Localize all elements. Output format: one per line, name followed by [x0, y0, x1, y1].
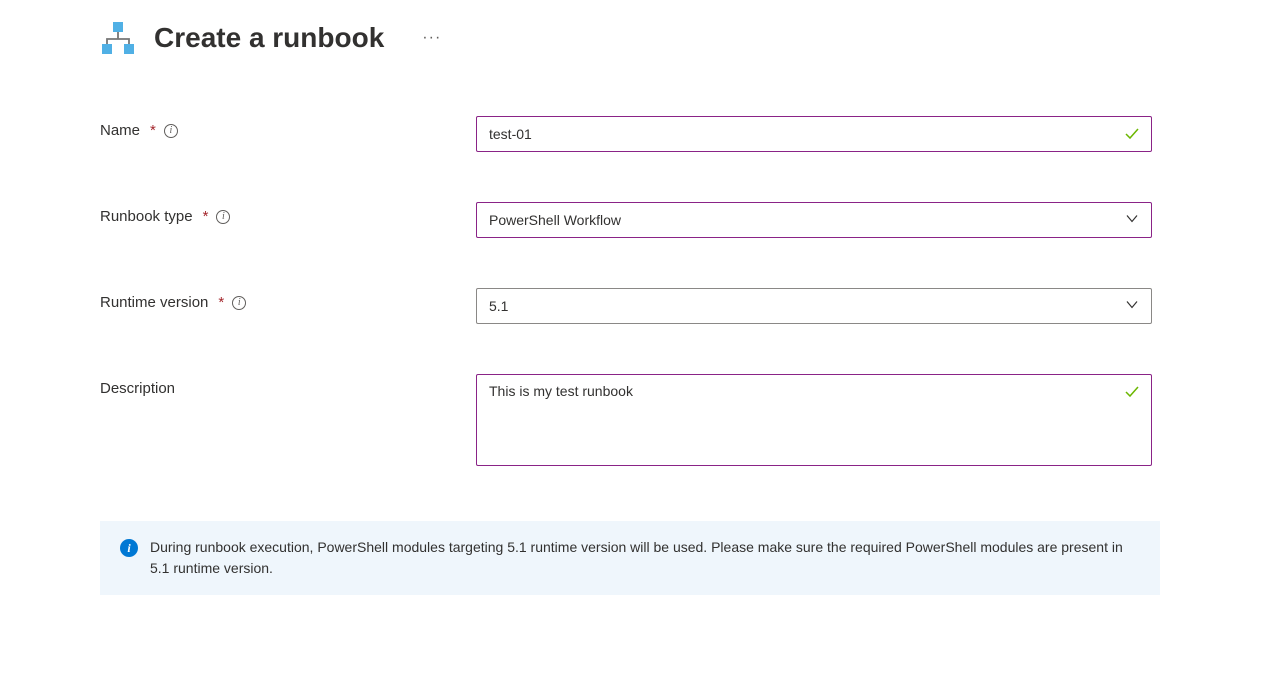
runbook-type-label: Runbook type [100, 208, 193, 225]
more-icon[interactable]: ··· [422, 29, 441, 47]
required-indicator: * [203, 208, 209, 225]
chevron-down-icon [1125, 298, 1139, 315]
runtime-version-select[interactable]: 5.1 [476, 288, 1152, 324]
runbook-type-select[interactable]: PowerShell Workflow [476, 202, 1152, 238]
runtime-version-label: Runtime version [100, 294, 208, 311]
name-label: Name [100, 122, 140, 139]
name-input[interactable] [476, 116, 1152, 152]
form-row-runbook-type: Runbook type * i PowerShell Workflow [100, 202, 1284, 238]
select-value: 5.1 [489, 298, 508, 314]
info-banner: i During runbook execution, PowerShell m… [100, 521, 1160, 595]
form-row-description: Description [100, 374, 1284, 471]
info-banner-icon: i [120, 539, 138, 557]
input-col [476, 374, 1152, 471]
info-icon[interactable]: i [232, 296, 246, 310]
required-indicator: * [150, 122, 156, 139]
description-input[interactable] [476, 374, 1152, 466]
label-col: Description [100, 374, 476, 397]
check-icon [1124, 384, 1140, 405]
hierarchy-icon [100, 20, 136, 56]
chevron-down-icon [1125, 212, 1139, 229]
page-title: Create a runbook [154, 22, 384, 54]
input-col [476, 116, 1152, 152]
label-col: Runtime version * i [100, 288, 476, 311]
info-icon[interactable]: i [164, 124, 178, 138]
page-header: Create a runbook ··· [100, 20, 1284, 56]
info-banner-text: During runbook execution, PowerShell mod… [150, 537, 1140, 579]
description-label: Description [100, 380, 175, 397]
check-icon [1124, 126, 1140, 147]
form-row-name: Name * i [100, 116, 1284, 152]
label-col: Runbook type * i [100, 202, 476, 225]
info-icon[interactable]: i [216, 210, 230, 224]
label-col: Name * i [100, 116, 476, 139]
input-col: PowerShell Workflow [476, 202, 1152, 238]
input-col: 5.1 [476, 288, 1152, 324]
form-row-runtime-version: Runtime version * i 5.1 [100, 288, 1284, 324]
required-indicator: * [218, 294, 224, 311]
select-value: PowerShell Workflow [489, 212, 621, 228]
